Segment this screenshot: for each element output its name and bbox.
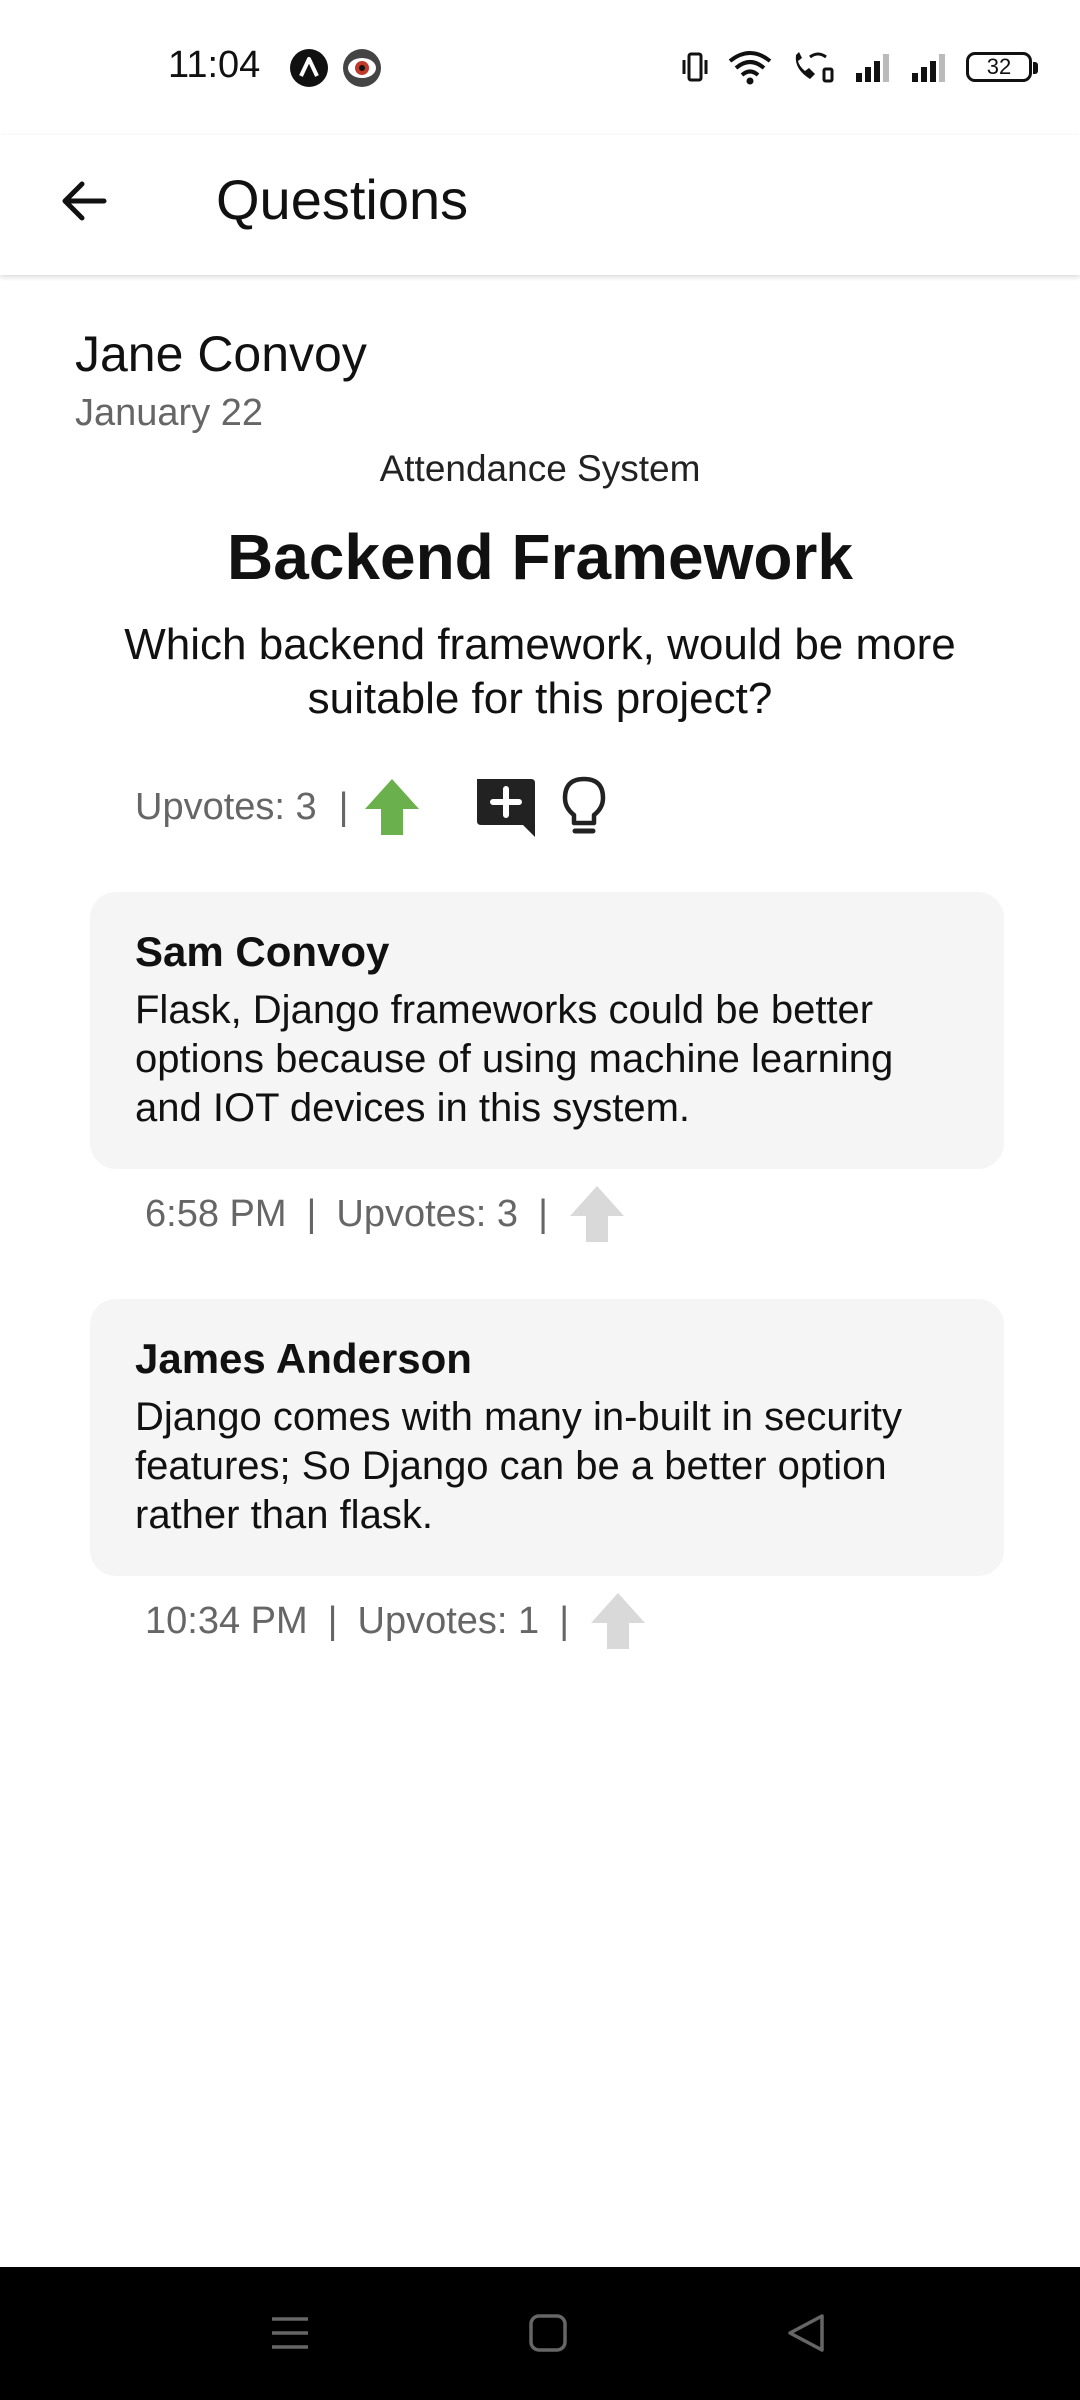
nav-back-button[interactable] [776, 2303, 836, 2363]
eye-app-icon [343, 49, 381, 87]
separator: | [559, 1599, 570, 1642]
battery-icon: 32 [966, 52, 1038, 82]
answer-upvotes: Upvotes: 3 [336, 1192, 519, 1235]
answer-meta: 6:58 PM | Upvotes: 3 | [145, 1182, 626, 1246]
answer-author: Sam Convoy [135, 928, 390, 975]
app-bar: Questions [0, 135, 1080, 275]
upvote-icon [591, 1593, 646, 1649]
upvote-icon [569, 1186, 624, 1242]
question-upvotes: Upvotes: 3 [135, 785, 317, 828]
upvote-icon [364, 779, 419, 835]
nav-menu-button[interactable] [260, 2303, 320, 2363]
question-actions: Upvotes: 3 | [135, 775, 609, 839]
answer-text: Flask, Django frameworks could be better… [135, 988, 894, 1130]
status-bar: 11:04 32 [0, 0, 1080, 135]
question-upvote-button[interactable] [363, 777, 421, 837]
separator: | [327, 1599, 338, 1642]
answer-card: James Anderson Django comes with many in… [90, 1299, 1004, 1576]
signal-1-icon [856, 54, 889, 82]
answer-upvote-button[interactable] [568, 1184, 626, 1244]
wifi-calling-icon [795, 52, 834, 83]
answer-time: 10:34 PM [145, 1599, 308, 1642]
lightbulb-icon [562, 776, 605, 834]
answer-card: Sam Convoy Flask, Django frameworks coul… [90, 892, 1004, 1169]
suggestion-button[interactable] [559, 775, 609, 839]
separator: | [306, 1192, 317, 1235]
page-title: Questions [216, 168, 469, 231]
answer-author: James Anderson [135, 1335, 472, 1382]
add-comment-button[interactable] [473, 775, 537, 839]
wifi-icon [728, 51, 772, 85]
separator: | [538, 1192, 548, 1235]
status-time: 11:04 [168, 44, 261, 86]
signal-2-icon [912, 54, 945, 82]
menu-icon [272, 2317, 308, 2349]
back-triangle-icon [788, 2314, 824, 2352]
answer-meta: 10:34 PM | Upvotes: 1 | [145, 1589, 647, 1653]
project-name: Attendance System [379, 448, 701, 489]
vibrate-icon [682, 52, 708, 82]
nav-home-button[interactable] [518, 2303, 578, 2363]
question-author: Jane Convoy [75, 326, 367, 382]
question-date: January 22 [75, 392, 264, 434]
status-icons: 32 [680, 44, 1038, 90]
question-title: Backend Framework [226, 521, 854, 593]
add-comment-icon [476, 779, 535, 837]
question-body: Which backend framework, would be more s… [124, 620, 956, 723]
system-nav-bar [0, 2267, 1080, 2400]
back-button[interactable] [44, 161, 124, 241]
battery-level: 32 [986, 54, 1012, 79]
answer-time: 6:58 PM [145, 1192, 287, 1235]
home-icon [529, 2314, 567, 2352]
answer-text: Django comes with many in-built in secur… [135, 1395, 902, 1537]
arrow-left-icon [62, 181, 107, 221]
answer-upvote-button[interactable] [589, 1591, 647, 1651]
app-a-icon [290, 49, 328, 87]
answer-upvotes: Upvotes: 1 [357, 1599, 540, 1642]
separator: | [338, 785, 349, 828]
